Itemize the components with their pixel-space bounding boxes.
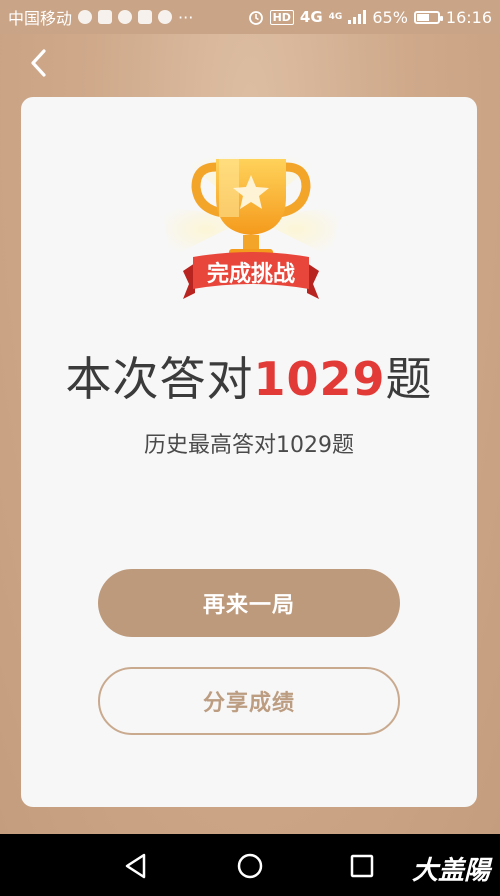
answered-count: 1029 bbox=[253, 352, 386, 406]
more-notifications-icon: ··· bbox=[178, 7, 194, 27]
nav-recents-button[interactable] bbox=[346, 850, 378, 882]
app-notification-icon bbox=[78, 10, 93, 24]
battery-percent: 65% bbox=[372, 7, 408, 27]
browser-notification-icon bbox=[118, 10, 133, 24]
nav-home-button[interactable] bbox=[234, 850, 266, 882]
location-notification-icon bbox=[158, 10, 173, 24]
battery-icon bbox=[413, 10, 443, 24]
nav-back-button[interactable] bbox=[120, 850, 152, 882]
network-type-small: 4G bbox=[328, 12, 343, 22]
trophy-icon: 完成挑战 bbox=[161, 157, 341, 299]
network-type: 4G bbox=[299, 8, 323, 26]
recent-square-icon bbox=[350, 854, 374, 878]
back-triangle-icon bbox=[125, 853, 146, 879]
badge-label: 完成挑战 bbox=[207, 261, 295, 287]
result-card: 完成挑战 本次答对1029题 历史最高答对1029题 再来一局 分享成绩 bbox=[21, 97, 477, 807]
clock: 16:16 bbox=[445, 7, 492, 27]
carrier-name: 中国移动 bbox=[8, 9, 73, 28]
trophy-badge: 完成挑战 bbox=[161, 137, 341, 307]
video-notification-icon bbox=[138, 10, 153, 24]
status-bar: 中国移动 ··· HD 4G 4G 65% 16:16 bbox=[0, 0, 500, 34]
headline-prefix: 本次答对 bbox=[65, 352, 254, 406]
back-button[interactable] bbox=[24, 46, 54, 80]
home-circle-icon bbox=[237, 853, 263, 879]
alarm-icon bbox=[248, 11, 263, 25]
watermark: 大盖陽 bbox=[411, 856, 490, 886]
score-headline: 本次答对1029题 bbox=[21, 349, 477, 409]
status-bar-left: 中国移动 ··· bbox=[8, 5, 193, 29]
headline-suffix: 题 bbox=[385, 352, 433, 406]
share-score-button[interactable]: 分享成绩 bbox=[98, 667, 400, 735]
play-again-button[interactable]: 再来一局 bbox=[98, 569, 400, 637]
chevron-left-icon bbox=[31, 49, 46, 77]
gallery-notification-icon bbox=[98, 10, 113, 24]
hd-icon: HD bbox=[269, 9, 294, 25]
history-best: 历史最高答对1029题 bbox=[144, 433, 354, 458]
signal-icon bbox=[348, 10, 367, 24]
status-bar-right: HD 4G 4G 65% 16:16 bbox=[248, 8, 492, 27]
